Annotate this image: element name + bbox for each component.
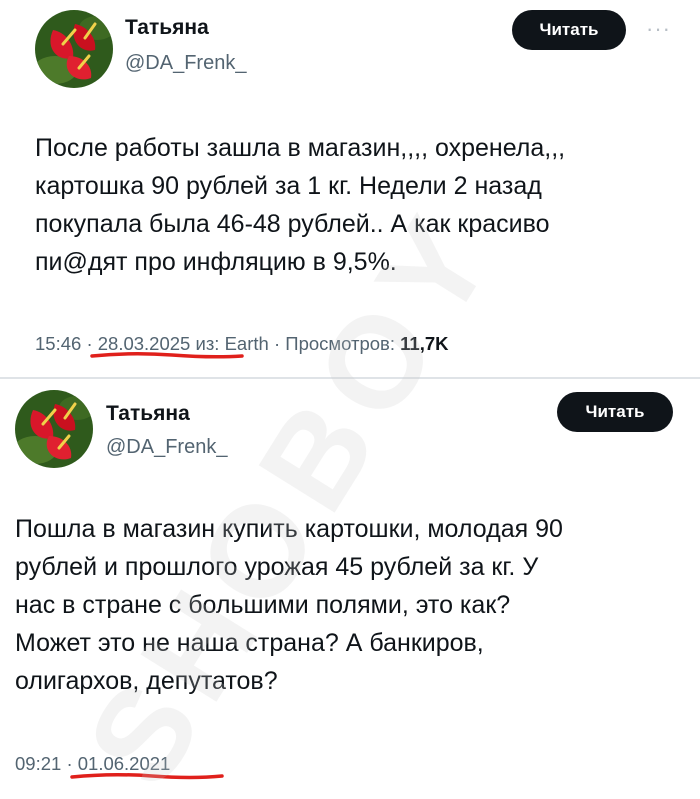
avatar[interactable] (35, 10, 113, 88)
tweet-text-line: Пошла в магазин купить картошки, молодая… (15, 515, 563, 543)
tweet-text-line: Может это не наша страна? А банкиров, (15, 629, 484, 657)
follow-button[interactable]: Читать (512, 10, 626, 50)
red-underline-icon (90, 351, 244, 359)
anthurium-avatar-icon (15, 390, 93, 468)
tweet-text-line: олигархов, депутатов? (15, 667, 278, 695)
tweet-date[interactable]: 28.03.2025 (90, 333, 244, 359)
follow-button[interactable]: Читать (557, 392, 673, 432)
user-handle[interactable]: @DA_Frenk_ (125, 52, 246, 75)
tweet-meta: 15:46 · 28.03.2025 из: Earth · Просмотро… (35, 333, 449, 359)
avatar[interactable] (15, 390, 93, 468)
views-label: Просмотров: (285, 333, 396, 354)
display-name[interactable]: Татьяна (106, 402, 190, 426)
tweet-text-line: После работы зашла в магазин,,,, охренел… (35, 134, 566, 162)
tweet-time[interactable]: 09:21 (15, 753, 61, 774)
views-count: 11,7K (400, 333, 449, 354)
tweet-text-line: картошка 90 рублей за 1 кг. Недели 2 наз… (35, 172, 542, 200)
tweet-text: После работы зашла в магазин,,,, охренел… (35, 129, 565, 281)
tweet-text-line: нас в стране с большими полями, это как? (15, 591, 511, 619)
user-handle[interactable]: @DA_Frenk_ (106, 436, 227, 459)
more-dots-icon[interactable]: ··· (646, 16, 671, 42)
tweet-text-line: пи@дят про инфляцию в 9,5%. (35, 248, 397, 276)
tweet-meta: 09:21 · 01.06.2021 (15, 753, 224, 780)
anthurium-avatar-icon (35, 10, 113, 88)
tweet-text-line: рублей и прошлого урожая 45 рублей за кг… (15, 553, 539, 581)
tweet-card[interactable]: Татьяна @DA_Frenk_ Читать ··· После рабо… (0, 0, 700, 375)
tweet-date[interactable]: 01.06.2021 (70, 753, 224, 780)
meta-separator: · (273, 333, 281, 354)
red-underline-icon (70, 772, 224, 780)
tweet-time[interactable]: 15:46 (35, 333, 81, 354)
tweet-card[interactable]: Татьяна @DA_Frenk_ Читать Пошла в магази… (0, 380, 700, 799)
divider (0, 377, 700, 379)
display-name[interactable]: Татьяна (125, 16, 209, 40)
tweet-text-line: покупала была 46-48 рублей.. А как краси… (35, 210, 550, 238)
tweet-text: Пошла в магазин купить картошки, молодая… (15, 510, 563, 700)
